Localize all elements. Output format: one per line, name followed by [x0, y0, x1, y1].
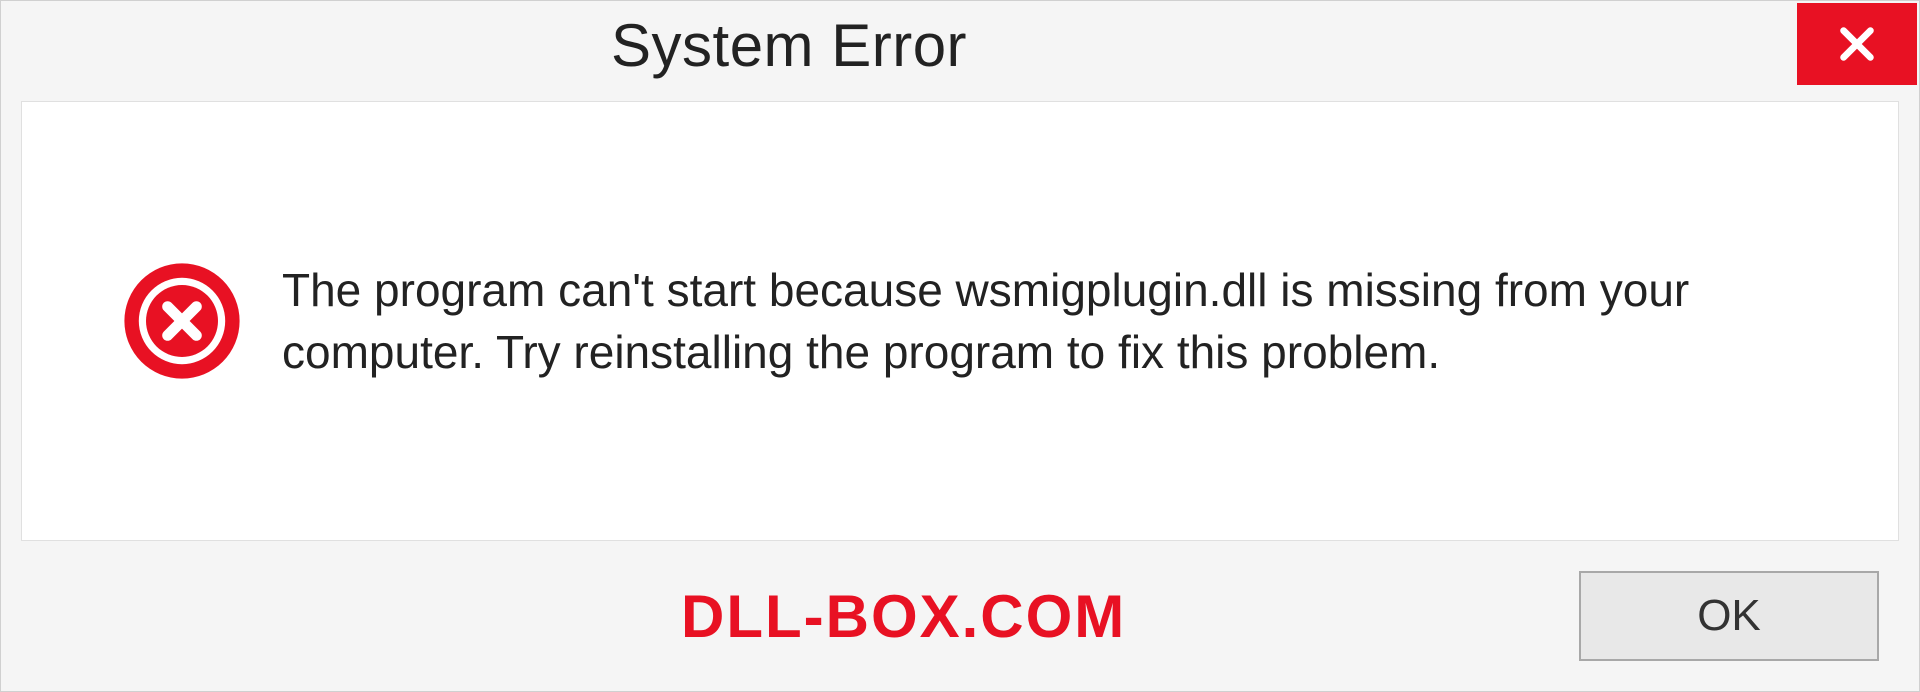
ok-button[interactable]: OK: [1579, 571, 1879, 661]
content-area: The program can't start because wsmigplu…: [21, 101, 1899, 541]
footer: DLL-BOX.COM OK: [1, 541, 1919, 691]
close-button[interactable]: [1797, 3, 1917, 85]
dialog-title: System Error: [611, 11, 967, 80]
error-icon: [122, 261, 242, 381]
titlebar: System Error: [1, 1, 1919, 101]
watermark-text: DLL-BOX.COM: [681, 582, 1126, 651]
error-dialog: System Error The program can't start bec…: [0, 0, 1920, 692]
close-icon: [1834, 21, 1880, 67]
error-message: The program can't start because wsmigplu…: [282, 259, 1782, 383]
